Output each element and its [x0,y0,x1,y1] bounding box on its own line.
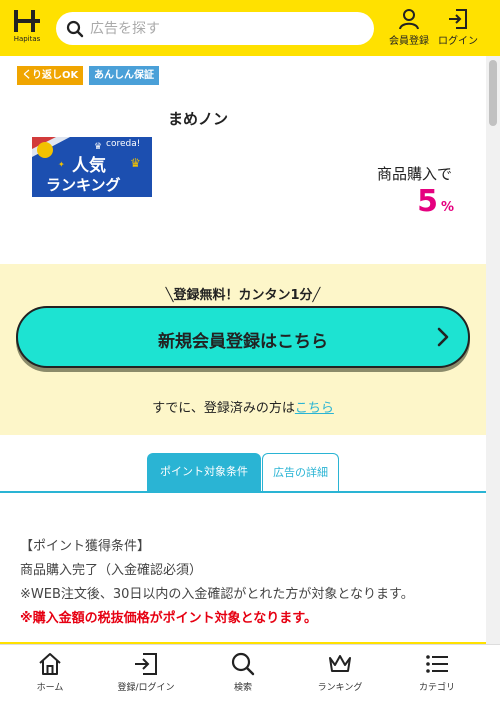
register-button-label: 新規会員登録はこちら [158,332,328,352]
conditions-line1: 商品購入完了（入金確認必須） [20,563,203,578]
login-button[interactable]: ログイン [436,8,480,47]
product-name: まめノン [168,110,229,128]
product-banner-image[interactable]: ♛ ♛ ✦ ✦ coreda! 人気 ランキング [32,137,152,197]
search-icon [231,652,255,676]
login-icon [449,9,467,29]
nav-ranking-label: ランキング [317,683,363,693]
conditions-heading: 【ポイント獲得条件】 [20,539,151,554]
search-input[interactable] [88,18,362,40]
list-icon [426,655,448,673]
search-icon [66,20,84,38]
svg-text:♛: ♛ [130,156,141,170]
member-register-label: 会員登録 [389,36,429,47]
chevron-right-icon [437,327,449,347]
new-member-register-button[interactable]: 新規会員登録はこちら [16,306,470,368]
tab-ad-details[interactable]: 広告の詳細 [262,453,339,491]
badge-repeat-ok: くり返しOK [17,66,84,85]
member-register-button[interactable]: 会員登録 [388,8,430,47]
banner-line1: 人気 [72,156,106,176]
nav-register-login[interactable]: 登録/ログイン [96,651,196,693]
hapitas-logo[interactable]: Hapitas [12,8,42,48]
register-tagline-text: 登録無料！カンタン1分 [173,288,313,303]
login-icon [135,653,157,675]
login-label: ログイン [438,36,478,47]
tab-underline [0,491,486,493]
home-icon [39,653,61,675]
search-box[interactable] [56,12,374,45]
bottom-navigation: ホーム 登録/ログイン 検索 ランキング カテゴリ [0,644,500,701]
nav-category-label: カテゴリ [418,683,455,693]
conditions-line2: ※WEB注文後、30日以内の入金確認がとれた方が対象となります。 [20,587,414,602]
logo-icon [14,10,40,32]
slash-right-icon: ╱ [312,288,321,303]
banner-brand: coreda! [106,139,141,149]
already-registered-text: すでに、登録済みの方はこちら [0,397,486,416]
crown-icon [329,655,351,672]
tab-point-conditions[interactable]: ポイント対象条件 [147,453,261,491]
svg-text:✦: ✦ [58,160,65,169]
login-link[interactable]: こちら [295,401,334,416]
nav-search-label: 検索 [233,683,252,693]
nav-ranking[interactable]: ランキング [290,651,390,693]
nav-register-login-label: 登録/ログイン [117,683,175,693]
nav-home-label: ホーム [36,683,64,693]
register-tagline: ╲登録無料！カンタン1分╱ [0,284,486,303]
nav-category[interactable]: カテゴリ [387,651,487,693]
conditions-line3: ※購入金額の税抜価格がポイント対象となります。 [20,611,317,626]
reward-condition-label: 商品購入で [376,165,452,183]
badge-guarantee: あんしん保証 [89,66,159,85]
nav-home[interactable]: ホーム [0,651,100,693]
nav-search[interactable]: 検索 [193,651,293,693]
page-scrollbar[interactable] [486,56,500,646]
user-icon [399,9,419,30]
already-text: すでに、登録済みの方は [152,401,295,416]
app-header: Hapitas 会員登録 ログイン [0,0,500,56]
banner-line2: ランキング [46,176,121,194]
logo-text: Hapitas [13,35,41,43]
reward-value: 5 [417,184,438,219]
reward-unit: % [440,200,454,215]
scrollbar-thumb[interactable] [489,60,497,126]
